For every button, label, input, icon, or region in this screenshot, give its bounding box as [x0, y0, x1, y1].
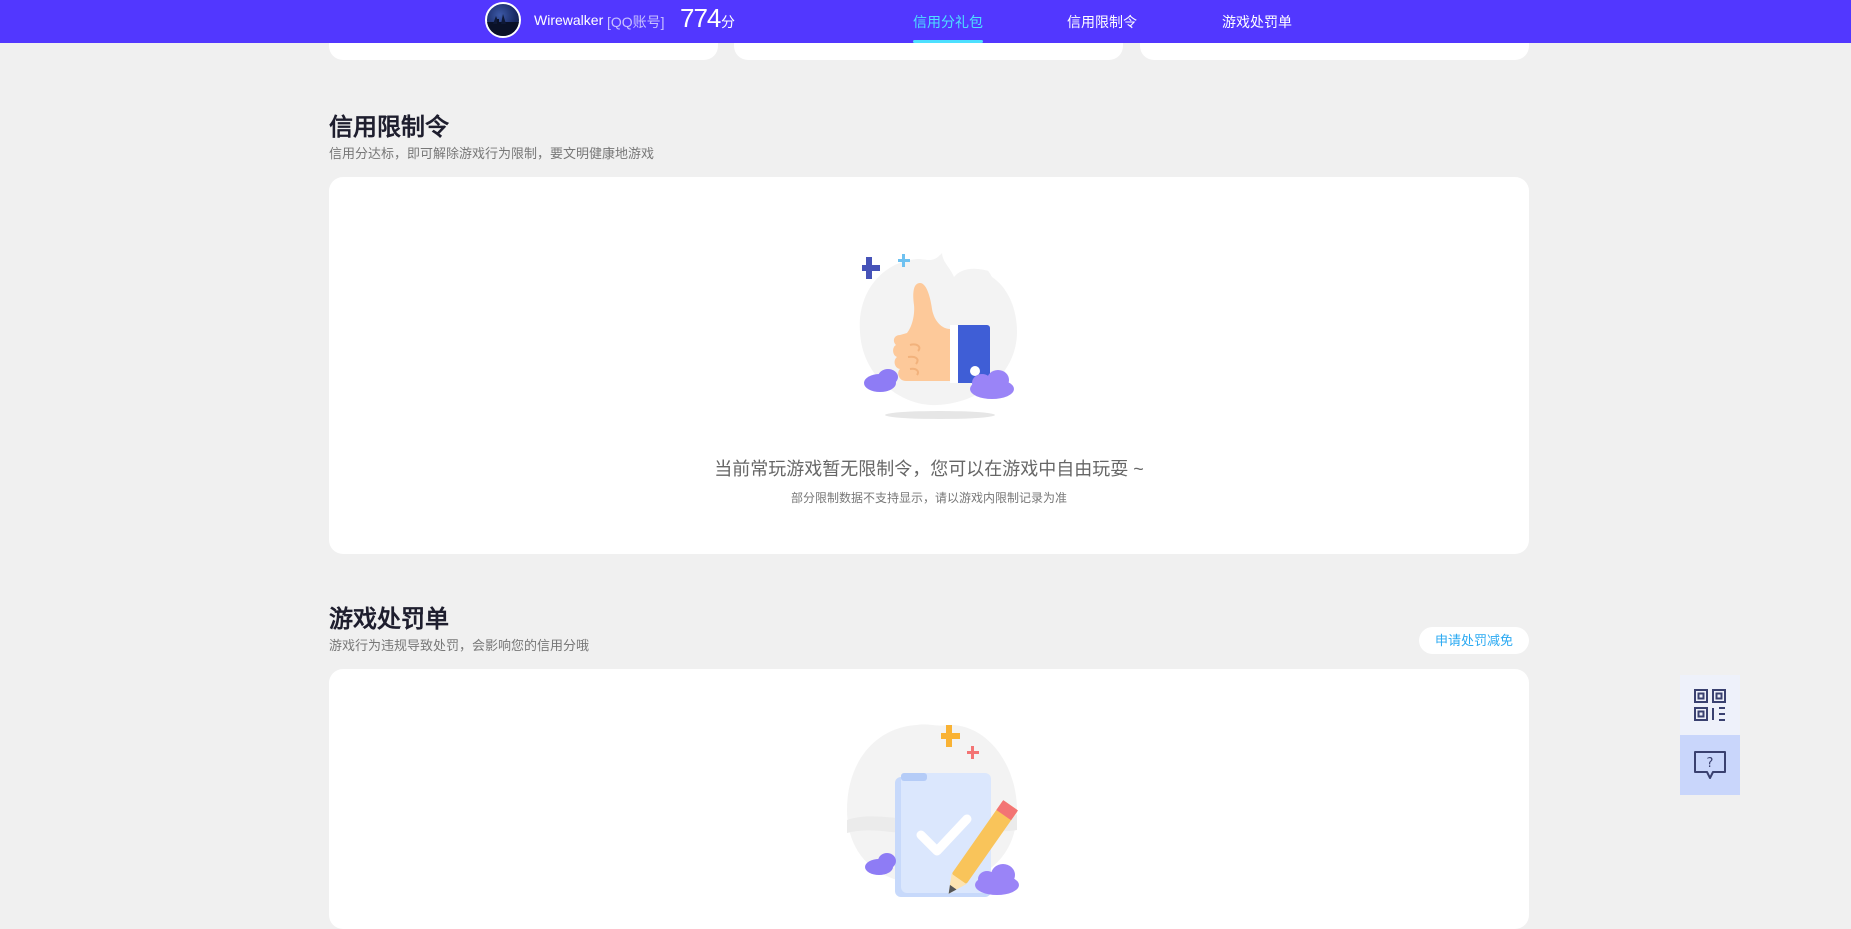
- avatar-image: [487, 14, 519, 36]
- clipboard-check-icon: [847, 724, 1019, 897]
- avatar[interactable]: [485, 2, 521, 38]
- restrictions-card: 当前常玩游戏暂无限制令，您可以在游戏中自由玩耍 ~ 部分限制数据不支持显示，请以…: [329, 177, 1529, 554]
- penalties-card: [329, 669, 1529, 929]
- section-title-restrictions: 信用限制令: [329, 114, 449, 141]
- help-chat-icon: ?: [1694, 751, 1726, 779]
- section-subtitle-restrictions: 信用分达标，即可解除游戏行为限制，要文明健康地游戏: [329, 146, 655, 161]
- qr-code-button[interactable]: [1680, 675, 1740, 735]
- section-title-penalties: 游戏处罚单: [329, 606, 449, 633]
- credit-score-unit: 分: [721, 14, 735, 30]
- help-button[interactable]: ?: [1680, 735, 1740, 795]
- tab-credit-gift[interactable]: 信用分礼包: [913, 12, 983, 32]
- username: Wirewalker: [534, 12, 604, 28]
- apply-penalty-reduction-button[interactable]: 申请处罚减免: [1419, 627, 1529, 654]
- section-subtitle-penalties: 游戏行为违规导致处罚，会影响您的信用分哦: [329, 638, 590, 653]
- credit-score: 774: [680, 3, 721, 33]
- active-tab-indicator: [913, 40, 983, 43]
- tab-game-penalty[interactable]: 游戏处罚单: [1222, 12, 1292, 32]
- restrictions-empty-note: 部分限制数据不支持显示，请以游戏内限制记录为准: [790, 491, 1067, 505]
- tab-credit-restriction[interactable]: 信用限制令: [1067, 12, 1137, 32]
- account-type: [QQ账号]: [607, 14, 665, 30]
- qr-code-icon: [1694, 689, 1726, 721]
- svg-text:?: ?: [1707, 756, 1714, 771]
- restrictions-empty-message: 当前常玩游戏暂无限制令，您可以在游戏中自由玩耍 ~: [714, 459, 1144, 479]
- thumbs-up-icon: [859, 248, 1017, 419]
- top-nav-bar: Wirewalker [QQ账号] 774 分 信用分礼包 信用限制令 游戏处罚…: [0, 0, 1851, 43]
